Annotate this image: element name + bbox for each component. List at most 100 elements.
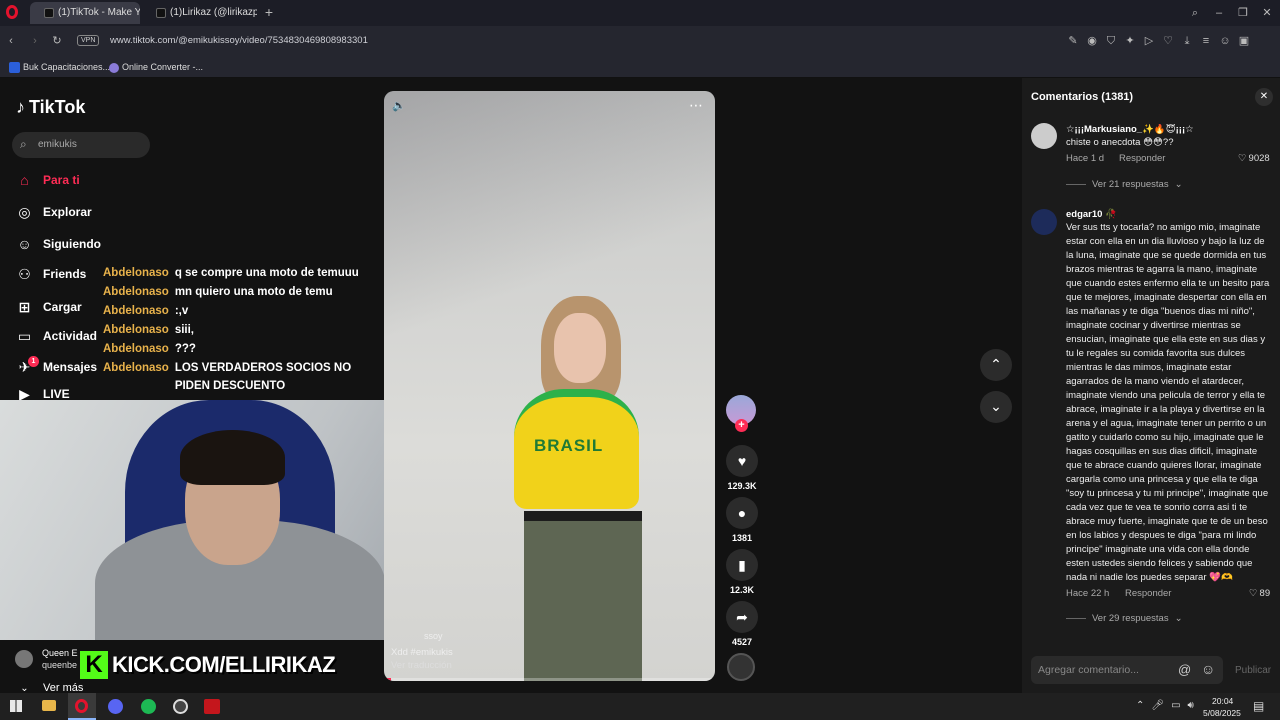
edit-icon[interactable]: ✎ xyxy=(1066,34,1080,48)
comment-avatar[interactable] xyxy=(1031,123,1057,149)
nav-actividad[interactable]: ▭ Actividad xyxy=(16,325,97,347)
nav-para-ti[interactable]: ⌂ Para ti xyxy=(16,169,79,191)
bookmark-online-converter[interactable]: Online Converter -... xyxy=(109,59,203,75)
chat-message: Abdelonaso q se compre una moto de temuuu xyxy=(103,264,373,282)
chat-text: q se compre una moto de temuuu xyxy=(174,267,359,279)
search-input[interactable]: emikukis xyxy=(38,139,77,150)
comment-action[interactable]: ● 1381 xyxy=(726,497,758,543)
browser-tab-tiktok[interactable]: (1)TikTok - Make Your xyxy=(30,2,140,24)
search-tabs-icon[interactable]: ⌕ xyxy=(1188,6,1202,20)
back-icon[interactable]: ‹ xyxy=(4,34,18,48)
view-replies-button[interactable]: Ver 21 respuestas ⌄ xyxy=(1066,179,1183,190)
chat-message: Abdelonaso??? xyxy=(103,340,373,358)
chat-message: Abdelonaso siii, xyxy=(103,321,373,339)
heart-icon[interactable]: ♥ xyxy=(726,445,758,477)
comment-like[interactable]: ♡ 9028 xyxy=(1238,153,1270,164)
network-icon[interactable]: ▭ xyxy=(1171,700,1180,711)
opera-taskbar-icon[interactable] xyxy=(68,693,96,720)
heart-icon[interactable]: ♡ xyxy=(1161,34,1175,48)
notification-icon[interactable]: ▤ xyxy=(1253,699,1264,713)
volume-icon[interactable]: 🔈 xyxy=(392,99,406,113)
dancer-pants xyxy=(524,511,642,681)
opera-icon xyxy=(75,699,88,713)
shield-icon[interactable]: ⛉ xyxy=(1104,34,1118,48)
profile-icon[interactable]: ☺ xyxy=(1218,34,1232,48)
account-avatar[interactable] xyxy=(15,650,33,668)
previous-video-button[interactable]: ⌃ xyxy=(980,349,1012,381)
opera-logo-icon[interactable] xyxy=(6,5,18,19)
like-action[interactable]: ♥ 129.3K xyxy=(726,445,758,491)
video-player[interactable]: BRASIL 🔈 ⋯ ssoy Xdd #emikukis Ver traduc… xyxy=(384,91,715,681)
comment-user[interactable]: edgar10 🥀 xyxy=(1066,209,1117,220)
app-icon[interactable] xyxy=(204,699,220,714)
comment-avatar[interactable] xyxy=(1031,209,1057,235)
emoji-icon[interactable]: ☺ xyxy=(1201,661,1215,677)
menu-icon[interactable]: ≡ xyxy=(1199,34,1213,48)
reply-button[interactable]: Responder xyxy=(1125,588,1171,599)
microphone-icon[interactable]: 🎤︎ xyxy=(1151,700,1164,711)
follow-plus-icon[interactable]: + xyxy=(735,419,748,432)
cube-icon[interactable]: ▣ xyxy=(1237,34,1251,48)
nav-friends[interactable]: ⚇ Friends xyxy=(16,263,86,285)
comment-like-count: 89 xyxy=(1259,588,1271,599)
comment-icon[interactable]: ● xyxy=(726,497,758,529)
close-comments-button[interactable]: ✕ xyxy=(1255,88,1273,106)
url-text[interactable]: www.tiktok.com/@emikukissoy/video/753483… xyxy=(110,35,368,46)
play-icon[interactable]: ▷ xyxy=(1142,34,1156,48)
account-name[interactable]: Queen E xyxy=(42,648,80,658)
comment-like[interactable]: ♡ 89 xyxy=(1249,588,1270,599)
nav-label: LIVE xyxy=(43,388,70,400)
spotify-icon[interactable] xyxy=(141,699,156,714)
nav-cargar[interactable]: ⊞ Cargar xyxy=(16,296,82,318)
nav-explorar[interactable]: ◎ Explorar xyxy=(16,201,92,223)
progress-bar[interactable] xyxy=(384,678,715,681)
tray-chevron-icon[interactable]: ⌃ xyxy=(1136,700,1144,711)
messages-badge: 1 xyxy=(28,356,39,367)
maximize-icon[interactable]: ❐ xyxy=(1236,6,1250,20)
share-icon[interactable]: ➦ xyxy=(726,601,758,633)
tab-label: (1)Lirikaz (@lirikazpe) | Ti xyxy=(170,7,257,18)
bookmark-buk[interactable]: Buk Capacitaciones... xyxy=(9,59,110,75)
comment-input[interactable]: Agregar comentario... @ ☺ xyxy=(1031,656,1223,684)
next-video-button[interactable]: ⌄ xyxy=(980,391,1012,423)
vpn-badge[interactable]: VPN xyxy=(77,35,100,46)
clock-time[interactable]: 20:04 xyxy=(1212,696,1233,706)
mention-icon[interactable]: @ xyxy=(1178,662,1191,677)
nav-live[interactable]: ▶ LIVE xyxy=(16,388,70,400)
tiktok-logo[interactable]: ♪ TikTok xyxy=(16,97,85,118)
windows-start-icon[interactable] xyxy=(10,700,22,712)
view-replies-button[interactable]: Ver 29 respuestas ⌄ xyxy=(1066,613,1183,624)
more-options-icon[interactable]: ⋯ xyxy=(689,97,703,114)
nav-siguiendo[interactable]: ☺ Siguiendo xyxy=(16,233,101,255)
speaker-icon[interactable]: 🔊︎ xyxy=(1188,700,1194,711)
chat-user: Abdelonaso xyxy=(103,362,169,374)
browser-tab-lirikaz[interactable]: (1)Lirikaz (@lirikazpe) | Ti xyxy=(142,2,257,24)
obs-icon[interactable] xyxy=(173,699,188,714)
camera-icon[interactable]: ◉ xyxy=(1085,34,1099,48)
discord-icon[interactable] xyxy=(108,699,123,714)
search-box[interactable]: ⌕ emikukis xyxy=(12,132,150,158)
bookmark-icon[interactable]: ▮ xyxy=(726,549,758,581)
new-tab-icon[interactable]: + xyxy=(262,5,276,19)
close-window-icon[interactable]: ✕ xyxy=(1260,6,1274,20)
nav-label: Explorar xyxy=(43,205,92,219)
clock-date[interactable]: 5/08/2025 xyxy=(1203,708,1241,718)
forward-icon[interactable]: › xyxy=(28,34,42,48)
share-action[interactable]: ➦ 4527 xyxy=(726,601,758,647)
save-action[interactable]: ▮ 12.3K xyxy=(726,549,758,595)
sound-avatar[interactable] xyxy=(727,653,755,681)
comments-panel: Comentarios (1381) ✕ ☆¡¡¡Markusiano_✨🔥😇¡… xyxy=(1022,78,1280,693)
file-explorer-icon[interactable] xyxy=(42,700,56,711)
caption-user[interactable]: ssoy xyxy=(424,631,443,641)
comment-time: Hace 22 h xyxy=(1066,588,1110,599)
comment-user[interactable]: ☆¡¡¡Markusiano_✨🔥😇¡¡¡☆ xyxy=(1066,124,1246,135)
minimize-icon[interactable]: – xyxy=(1212,6,1226,20)
publish-button[interactable]: Publicar xyxy=(1235,665,1271,676)
translate-link[interactable]: Ver traducción xyxy=(391,660,452,671)
reload-icon[interactable]: ↻ xyxy=(50,34,64,48)
friends-icon: ⚇ xyxy=(18,265,31,282)
extension-icon[interactable]: ✦ xyxy=(1123,34,1137,48)
tiktok-favicon-icon xyxy=(44,8,54,18)
download-icon[interactable]: ⤓ xyxy=(1180,34,1194,48)
reply-button[interactable]: Responder xyxy=(1119,153,1165,164)
